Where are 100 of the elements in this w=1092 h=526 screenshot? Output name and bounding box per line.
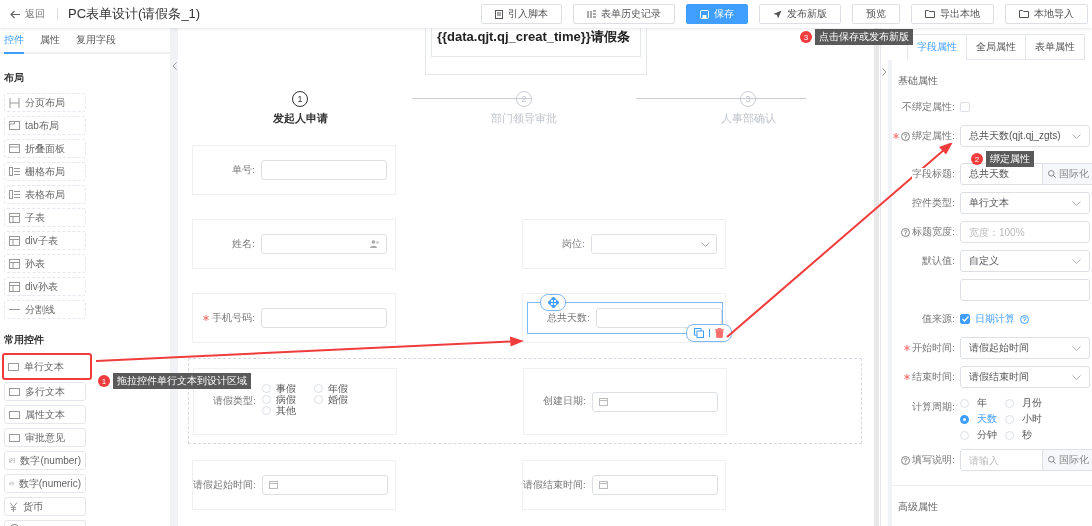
trash-icon[interactable]: [715, 328, 724, 338]
component-item[interactable]: 栅格布局: [4, 162, 86, 181]
panel-tab[interactable]: 属性: [40, 33, 60, 54]
chevron-down-icon: [1072, 374, 1081, 380]
radio-option[interactable]: 病假: [262, 393, 314, 405]
search-icon: [1048, 170, 1056, 178]
collapse-handle[interactable]: [880, 28, 888, 526]
textbox-icon: [9, 433, 20, 442]
radio-option[interactable]: 年假: [314, 382, 366, 394]
panel-tab[interactable]: 表单属性: [1025, 34, 1085, 60]
component-item[interactable]: 分页布局: [4, 93, 86, 112]
component-item[interactable]: 表格布局: [4, 185, 86, 204]
section-title: 高级属性: [892, 486, 1092, 526]
component-item[interactable]: div孙表: [4, 277, 86, 296]
calendar-icon: [268, 481, 278, 489]
back-button[interactable]: 返回: [6, 7, 49, 21]
chevron-left-icon: [171, 62, 177, 70]
field-label: 姓名:: [232, 237, 255, 251]
save-icon: [700, 9, 709, 19]
select-field[interactable]: 总共天数(qjt.qj_zgts): [960, 125, 1090, 147]
input-field[interactable]: [591, 475, 718, 495]
field-label: 标题宽度:: [912, 225, 955, 239]
component-item[interactable]: 数字(number): [4, 451, 86, 470]
input-field[interactable]: 宽度：100%: [960, 221, 1090, 243]
toolbar-button[interactable]: 表单历史记录: [573, 4, 675, 24]
chevron-down-icon: [1072, 345, 1081, 351]
send-icon: [773, 9, 782, 19]
input-field[interactable]: [261, 234, 387, 254]
component-item[interactable]: 孙表: [4, 254, 86, 273]
currency-icon: [9, 501, 18, 512]
checkbox-label: 日期计算: [975, 312, 1015, 326]
component-item[interactable]: 多行文本: [4, 382, 86, 401]
select-field[interactable]: 单行文本: [960, 192, 1090, 214]
i18n-button[interactable]: 国际化: [1043, 163, 1092, 185]
component-item[interactable]: 单行文本: [2, 353, 92, 380]
panel-tab[interactable]: 全局属性: [966, 34, 1026, 60]
field-label: 开始时间:: [912, 341, 955, 355]
textbox-icon: [9, 410, 20, 419]
component-item[interactable]: 货币: [4, 497, 86, 516]
radio-option[interactable]: 婚假: [314, 393, 366, 405]
input-field[interactable]: 总共天数: [960, 163, 1043, 185]
input-field[interactable]: 请输入: [960, 449, 1043, 471]
radio-option[interactable]: 其他: [262, 404, 314, 416]
input-field[interactable]: [591, 234, 717, 254]
annotation-tooltip: 绑定属性: [986, 151, 1034, 167]
input-field[interactable]: [261, 475, 388, 495]
field-label: 值来源:: [922, 312, 955, 326]
input-field[interactable]: [261, 308, 387, 328]
field-label: 字段标题:: [912, 167, 955, 181]
table-icon: [9, 212, 20, 223]
component-item[interactable]: 子表: [4, 208, 86, 227]
radio-option[interactable]: 年: [960, 396, 1005, 410]
step-label: 发起人申请: [272, 111, 328, 126]
page-title: PC表单设计(请假条_1): [68, 5, 201, 23]
panel-tab[interactable]: 复用字段: [76, 33, 116, 54]
radio-option[interactable]: 事假: [262, 382, 314, 394]
input-field[interactable]: [261, 160, 387, 180]
list-icon: [9, 190, 20, 199]
title-text: {{data.qjt.qj_creat_time}}请假条: [431, 28, 641, 57]
chevron-right-icon: [882, 68, 887, 76]
field-label: 默认值:: [922, 254, 955, 268]
select-field[interactable]: 请假起始时间: [960, 337, 1090, 359]
folder-icon: [1019, 10, 1029, 18]
input-field[interactable]: [960, 279, 1090, 301]
search-icon: [1048, 456, 1056, 464]
radio-option[interactable]: 月份: [1005, 396, 1055, 410]
toolbar-button[interactable]: 发布新版: [759, 4, 841, 24]
toolbar-button[interactable]: 引入脚本: [481, 4, 562, 24]
doc-icon: [495, 9, 503, 19]
toolbar-button[interactable]: 预览: [852, 4, 900, 24]
arrow-left-icon: [10, 9, 21, 19]
i18n-button[interactable]: 国际化: [1043, 449, 1092, 471]
toolbar-button[interactable]: 导出本地: [911, 4, 994, 24]
field-label: 计算周期:: [912, 401, 955, 414]
copy-icon[interactable]: [694, 328, 704, 338]
field-label: 手机号码:: [212, 311, 255, 325]
calendar-icon: [599, 397, 608, 406]
component-item[interactable]: 属性文本: [4, 405, 86, 424]
radio-option[interactable]: 小时: [1005, 412, 1055, 426]
component-item[interactable]: 分割线: [4, 300, 86, 319]
select-field[interactable]: 自定义: [960, 250, 1090, 272]
field-label: 请假结束时间:: [523, 478, 586, 492]
select-field[interactable]: 请假结束时间: [960, 366, 1090, 388]
move-handle[interactable]: [540, 294, 566, 311]
component-item[interactable]: div子表: [4, 231, 86, 250]
chevron-down-icon: [701, 241, 710, 247]
component-item[interactable]: 审批意见: [4, 428, 86, 447]
bracket-icon: [9, 97, 20, 108]
component-item[interactable]: 折叠面板: [4, 139, 86, 158]
required-mark-icon: [203, 315, 210, 321]
radio-option[interactable]: 分钟: [960, 428, 1005, 442]
component-item[interactable]: tab布局: [4, 116, 86, 135]
folder-icon: [925, 10, 935, 18]
checkbox[interactable]: [960, 314, 970, 324]
toolbar-button[interactable]: 本地导入: [1005, 4, 1088, 24]
chevron-down-icon: [1072, 258, 1081, 264]
input-field[interactable]: [592, 391, 718, 412]
radio-option[interactable]: 秒: [1005, 428, 1055, 442]
component-item[interactable]: 数字(numeric): [4, 474, 86, 493]
list-icon: [9, 167, 20, 176]
